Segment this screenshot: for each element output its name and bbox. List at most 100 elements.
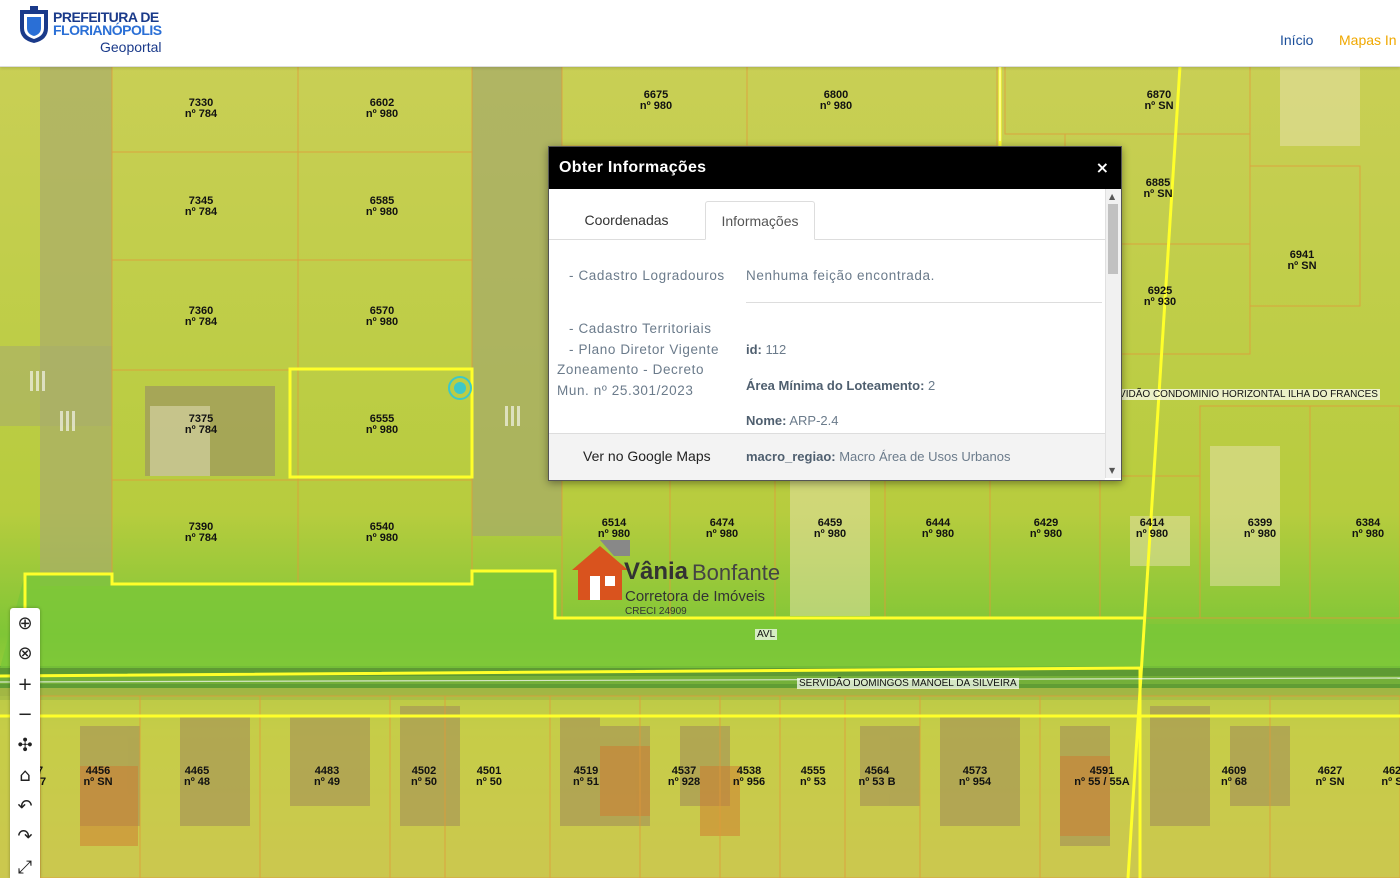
lot-label[interactable]: 4591 nº 55 / 55A [1074,766,1129,788]
lot-label[interactable]: 6540 nº 980 [366,522,398,544]
attr-value: Macro Área de Usos Urbanos [839,449,1011,464]
lot-number: nº SN [1143,188,1173,200]
layer-label-plano-diretor: - Cadastro Territoriais - Plano Diretor … [557,319,720,401]
popup-tabs: Coordenadas Informações [549,201,1105,240]
lot-number: nº 784 [184,206,218,218]
brand-subtitle: Corretora de Imóveis [625,588,766,605]
layer-result-logradouros: Nenhuma feição encontrada. [746,268,935,283]
lot-number: nº 928 [667,776,701,788]
lot-label[interactable]: 4537 nº 928 [668,766,700,788]
lot-label[interactable]: 4465 nº 48 [184,766,210,788]
attr-key: Nome: [746,413,787,428]
attr-key: macro_regiao: [746,449,836,464]
pan-icon[interactable]: ✣ [10,730,40,761]
lot-label[interactable]: 6925 nº 930 [1144,286,1176,308]
prefeitura-logo[interactable]: PREFEITURA DE FLORIANÓPOLIS Geoportal [18,6,178,58]
fullscreen-icon[interactable]: ⤢ [10,852,40,878]
lot-number: nº 68 [1220,776,1248,788]
lot-number: nº 980 [813,528,847,540]
scroll-up-icon[interactable]: ▲ [1109,192,1115,201]
lot-number: nº 49 [313,776,341,788]
attr-id: id: 112 [746,342,786,357]
zoom-out-icon[interactable]: − [10,700,40,731]
lot-number: nº 980 [365,424,399,436]
lot-number: nº 980 [639,100,673,112]
attr-value: 2 [928,378,936,393]
map-toolbar: ⊕ ⊗ + − ✣ ⌂ ↶ ↷ ⤢ [10,608,40,878]
house-logo-icon [572,540,630,600]
popup-body: - Cadastro Logradouros Nenhuma feição en… [549,240,1105,432]
lot-number: nº S [1381,776,1400,788]
tab-coordenadas[interactable]: Coordenadas [559,201,694,238]
brand-creci: CRECI 24909 [625,606,687,617]
lot-label[interactable]: 7360 nº 784 [185,306,217,328]
lot-number: nº 980 [365,316,399,328]
lot-label[interactable]: 4519 nº 51 [573,766,599,788]
redo-icon[interactable]: ↷ [10,822,40,853]
lot-label[interactable]: 462 nº S [1381,766,1400,788]
globe-icon[interactable]: ⊕ [10,608,40,639]
layer-label-line: Zoneamento - Decreto [557,362,705,377]
attr-value: ARP-2.4 [789,413,839,428]
lot-label[interactable]: 4501 nº 50 [476,766,502,788]
scroll-down-icon[interactable]: ▼ [1109,466,1115,475]
lot-number: nº 980 [1029,528,1063,540]
lot-label[interactable]: 7330 nº 784 [185,98,217,120]
lot-label[interactable]: 4573 nº 954 [959,766,991,788]
lot-label[interactable]: 6414 nº 980 [1136,518,1168,540]
undo-icon[interactable]: ↶ [10,791,40,822]
lot-label[interactable]: 6570 nº 980 [366,306,398,328]
lot-label[interactable]: 6444 nº 980 [922,518,954,540]
realtor-watermark: Vânia Bonfante Corretora de Imóveis CREC… [570,536,790,620]
logo-title-line2: FLORIANÓPOLIS [53,22,162,38]
lot-label[interactable]: 6941 nº SN [1287,250,1316,272]
zoom-in-icon[interactable]: + [10,669,40,700]
lot-number: nº 48 [183,776,211,788]
lot-label[interactable]: 6800 nº 980 [820,90,852,112]
attr-macro-regiao: macro_regiao: Macro Área de Usos Urbanos [746,449,1010,464]
lot-number: nº 784 [184,316,218,328]
lot-label[interactable]: 6384 nº 980 [1352,518,1384,540]
lot-number: nº 50 [475,776,503,788]
lot-label[interactable]: 6429 nº 980 [1030,518,1062,540]
lot-label[interactable]: 6585 nº 980 [366,196,398,218]
lot-label[interactable]: 4483 nº 49 [314,766,340,788]
lot-label[interactable]: 4555 nº 53 [800,766,826,788]
lot-label[interactable]: 6602 nº 980 [366,98,398,120]
lot-label[interactable]: 4456 nº SN [83,766,112,788]
lot-label[interactable]: 4502 nº 50 [411,766,437,788]
layer-label-line: - Plano Diretor Vigente [569,341,720,357]
lot-label[interactable]: 7375 nº 784 [185,414,217,436]
lot-label[interactable]: 4609 nº 68 [1221,766,1247,788]
lot-label[interactable]: 4627 nº SN [1315,766,1344,788]
lot-label[interactable]: 7390 nº 784 [185,522,217,544]
home-icon[interactable]: ⌂ [10,761,40,792]
popup-header: Obter Informações × [549,147,1121,189]
lot-label[interactable]: 4564 nº 53 B [858,766,895,788]
app-header: PREFEITURA DE FLORIANÓPOLIS Geoportal In… [0,0,1400,67]
street-label-servidao-condominio: RVIDÃO CONDOMINIO HORIZONTAL ILHA DO FRA… [1110,389,1380,400]
lot-label[interactable]: 6459 nº 980 [814,518,846,540]
nav-link-mapas[interactable]: Mapas In [1339,32,1397,48]
lot-number: nº 53 B [858,776,896,788]
popup-scrollbar[interactable]: ▲ ▼ [1105,189,1121,478]
street-label-avl: AVL [755,629,778,640]
lot-label[interactable]: 4538 nº 956 [733,766,765,788]
google-maps-link[interactable]: Ver no Google Maps [583,448,711,464]
identify-icon[interactable]: ⊗ [10,639,40,670]
lot-label[interactable]: 6675 nº 980 [640,90,672,112]
logo-subtitle: Geoportal [100,39,162,55]
divider [746,302,1102,303]
attr-value: 112 [765,342,787,357]
nav-link-inicio[interactable]: Início [1280,32,1313,48]
lot-label[interactable]: 7345 nº 784 [185,196,217,218]
scroll-thumb[interactable] [1108,204,1118,274]
lot-number: nº 784 [184,532,218,544]
popup-title: Obter Informações [559,159,707,176]
lot-label[interactable]: 6399 nº 980 [1244,518,1276,540]
lot-label[interactable]: 6555 nº 980 [366,414,398,436]
lot-label[interactable]: 6885 nº SN [1143,178,1172,200]
close-icon[interactable]: × [1096,158,1109,177]
lot-label[interactable]: 6870 nº SN [1144,90,1173,112]
tab-informacoes[interactable]: Informações [705,201,815,240]
